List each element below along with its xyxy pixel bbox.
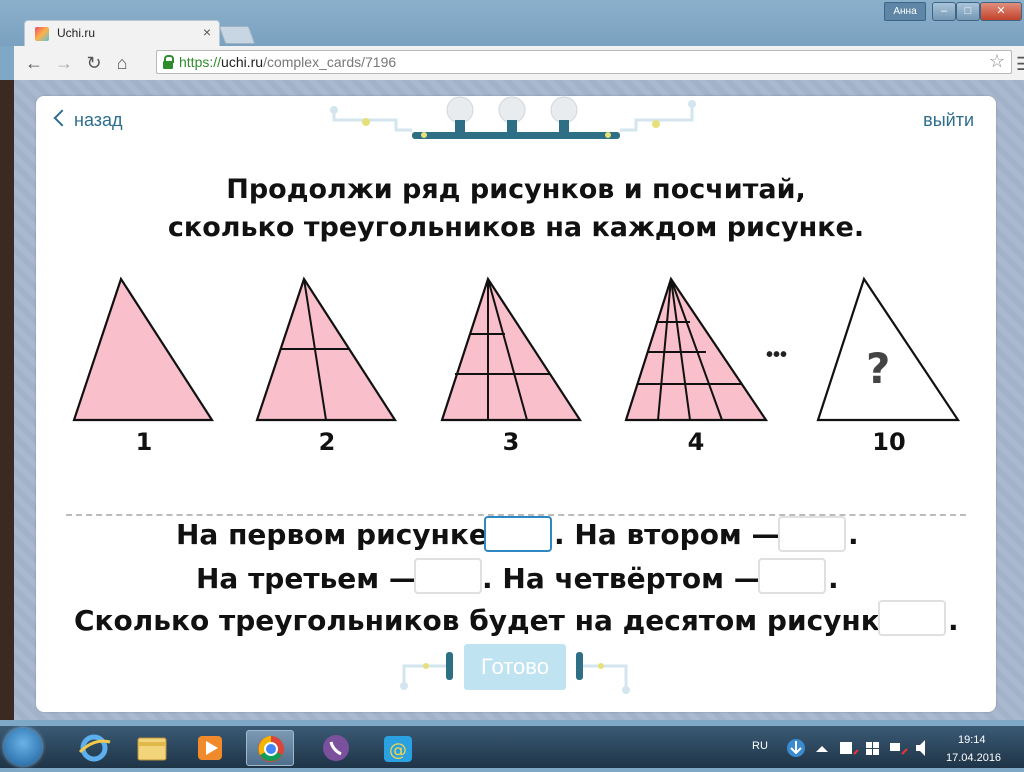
answer-input-10[interactable] [878,600,946,636]
lamp-2-icon [498,96,526,132]
question-line-2: сколько треугольников на каждом рисунке. [167,212,865,243]
answer-text-2a: На третьем — [196,562,417,595]
chrome-taskbar-icon[interactable] [246,730,294,766]
tray-icons [787,739,925,757]
lock-icon [163,55,174,69]
tab-title: Uchi.ru [57,26,96,40]
address-bar[interactable]: https://uchi.ru/complex_cards/7196 ☆ [156,50,1012,74]
clock-time[interactable]: 19:14 [958,734,986,746]
chevron-left-icon [53,109,71,127]
back-link[interactable]: назад [53,109,123,131]
back-label: назад [74,110,123,130]
favicon-icon [35,27,49,41]
answer-text-1b: . На втором — [554,518,780,551]
language-indicator[interactable]: RU [752,740,768,752]
figure-label-1: 1 [135,428,153,456]
figure-label-10: 10 [872,428,906,456]
ie-icon[interactable] [70,730,118,766]
viber-icon[interactable] [312,730,360,766]
clock-date[interactable]: 17.04.2016 [946,752,1001,764]
explorer-icon[interactable] [128,730,176,766]
answer-text-1a: На первом рисунке [176,518,488,551]
back-arrow-icon[interactable]: ← [22,51,46,75]
task-card: назад выйти Продолжи ряд рисунков и посч… [36,96,996,712]
profile-badge[interactable]: Анна [884,2,926,21]
triangle-figure-4 [624,276,769,422]
page-edge [0,80,14,720]
answer-input-4[interactable] [758,558,826,594]
answer-input-2[interactable] [778,516,846,552]
network-icon [890,743,908,755]
answer-input-3[interactable] [414,558,482,594]
answer-text-1-end: . [848,518,859,551]
start-button[interactable] [4,728,42,766]
tray-arrow-icon [816,746,828,752]
answer-text-3a: Сколько треугольников будет на десятом р… [74,604,915,637]
question-line-1: Продолжи ряд рисунков и посчитай, [226,174,806,205]
triangle-figure-2 [255,276,398,422]
flag-icon [840,742,859,755]
progress-lamps [330,96,696,139]
answer-text-2-end: . [828,562,839,595]
answer-input-1[interactable] [484,516,552,552]
answer-text-2b: . На четвёртом — [482,562,762,595]
download-icon [787,739,805,757]
tab-close-icon[interactable]: × [203,24,211,40]
browser-toolbar: ← → ↻ ⌂ https://uchi.ru/complex_cards/71… [14,46,1024,81]
figure-label-4: 4 [687,428,705,456]
minimize-button[interactable]: – [932,2,956,21]
figure-label-2: 2 [318,428,336,456]
bookmark-star-icon[interactable]: ☆ [989,51,1005,72]
home-icon[interactable]: ⌂ [110,51,134,75]
question-mark: ? [866,344,891,393]
maximize-button[interactable]: □ [956,2,980,21]
triangle-figure-1 [72,276,215,422]
ready-button[interactable]: Готово [464,644,566,690]
windows-icon [866,742,879,755]
chrome-menu-icon[interactable]: ☰ [1016,54,1024,75]
ellipsis-dots: ••• [766,344,788,366]
lamp-3-icon [550,96,578,132]
triangle-figures [72,276,961,422]
lamp-1-icon [446,96,474,132]
reload-icon[interactable]: ↻ [82,51,106,75]
media-player-icon[interactable] [186,730,234,766]
exit-link[interactable]: выйти [923,110,974,131]
figure-label-3: 3 [502,428,520,456]
triangle-figure-3 [440,276,583,422]
forward-arrow-icon[interactable]: → [52,51,76,75]
answer-text-3-end: . [948,604,959,637]
new-tab-button[interactable] [218,26,256,44]
close-window-button[interactable]: ✕ [980,2,1022,21]
volume-icon [916,740,925,756]
url-text[interactable]: https://uchi.ru/complex_cards/7196 [179,54,396,70]
mail-agent-icon[interactable]: @ [374,730,422,766]
browser-tab[interactable]: Uchi.ru × [24,20,220,46]
svg-text:@: @ [389,740,407,761]
